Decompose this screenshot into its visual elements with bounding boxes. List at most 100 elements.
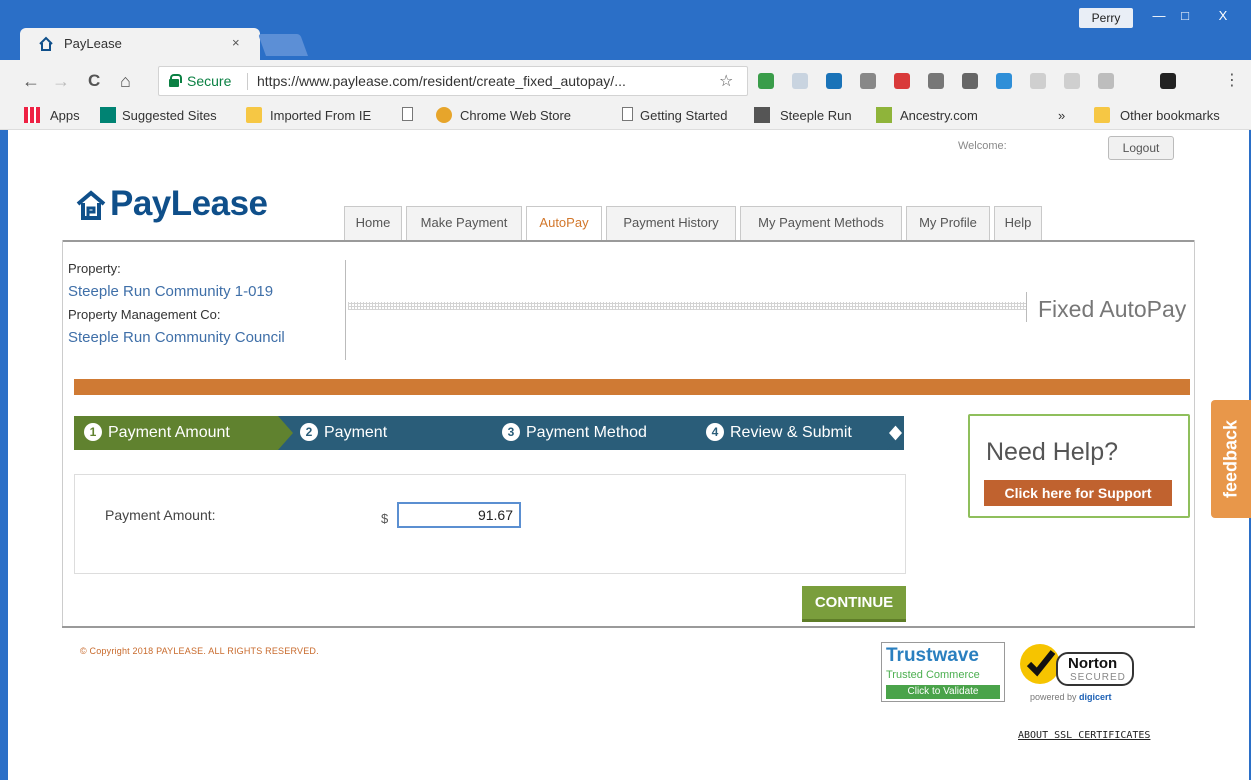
paylease-favicon-icon [38,36,54,52]
tab-my-payment-methods[interactable]: My Payment Methods [740,206,902,240]
step-review-submit: 4 Review & Submit [706,416,852,450]
browser-tab[interactable]: PayLease × [20,28,260,60]
copyright-text: © Copyright 2018 PAYLEASE. ALL RIGHTS RE… [80,646,319,656]
back-icon[interactable]: ← [22,70,40,92]
extension-icon[interactable] [928,73,944,89]
bookmark-chrome-web-store[interactable]: Chrome Web Store [460,108,571,123]
welcome-text: Welcome: [958,140,1007,152]
maximize-button[interactable]: □ [1172,6,1198,26]
address-bar[interactable]: Secure https://www.paylease.com/resident… [158,66,748,96]
bookmark-getting-started[interactable]: Getting Started [640,108,727,123]
payment-amount-input[interactable] [397,502,521,528]
extension-icon[interactable] [894,73,910,89]
property-divider [345,260,346,360]
bookmark-star-icon[interactable]: ☆ [719,71,733,91]
nav-underline [62,240,1195,242]
page-icon [402,107,413,121]
payment-amount-panel: Payment Amount: $ [74,474,906,574]
reload-icon[interactable]: C [88,70,100,92]
steeple-run-icon [754,107,770,123]
tab-autopay[interactable]: AutoPay [526,206,602,242]
bookmark-suggested-sites[interactable]: Suggested Sites [122,108,217,123]
trustwave-validate[interactable]: Click to Validate [886,685,1000,699]
bookmark-apps[interactable]: Apps [50,108,80,123]
trustwave-seal[interactable]: Trustwave Trusted Commerce Click to Vali… [881,642,1005,702]
content-border-right [1194,240,1195,628]
browser-toolbar: ← → C ⌂ Secure https://www.paylease.com/… [0,60,1251,102]
tab-home[interactable]: Home [344,206,402,240]
logout-button[interactable]: Logout [1108,136,1174,160]
bookmark-ancestry[interactable]: Ancestry.com [900,108,978,123]
secure-label: Secure [187,73,232,89]
norton-check-icon [1020,644,1060,684]
bookmark-imported-from-ie[interactable]: Imported From IE [270,108,371,123]
menu-icon[interactable]: ⋮ [1224,70,1240,90]
property-value: Steeple Run Community 1-019 [68,283,274,300]
tab-my-profile[interactable]: My Profile [906,206,990,240]
url-text[interactable]: https://www.paylease.com/resident/create… [257,73,626,89]
tab-help[interactable]: Help [994,206,1042,240]
home-icon[interactable]: ⌂ [120,70,131,92]
trustwave-name: Trustwave [886,645,979,666]
minimize-button[interactable]: — [1146,6,1172,26]
extension-icon[interactable] [962,73,978,89]
tab-make-payment[interactable]: Make Payment [406,206,522,240]
norton-badge: Norton SECURED [1056,652,1134,686]
lock-icon [169,74,182,87]
management-label: Property Management Co: [68,307,221,322]
new-tab-button[interactable] [257,34,309,56]
property-label: Property: [68,261,121,276]
forward-icon[interactable]: → [52,70,70,92]
norton-name: Norton [1068,655,1118,672]
extension-icon[interactable] [1098,73,1114,89]
property-info: Property: Steeple Run Community 1-019 Pr… [68,258,285,350]
continue-button[interactable]: CONTINUE [802,586,906,622]
step-payment: 2 Payment [300,416,387,450]
tab-close-icon[interactable]: × [232,35,240,50]
extension-icon[interactable] [1030,73,1046,89]
ssl-certificates-link[interactable]: ABOUT SSL CERTIFICATES [1018,730,1150,741]
page-icon [622,107,633,121]
bookmark-steeple-run[interactable]: Steeple Run [780,108,852,123]
extension-icon[interactable] [792,73,808,89]
content-bottom-line [62,626,1195,628]
step-payment-amount: 1 Payment Amount [84,416,230,450]
extension-icon[interactable] [826,73,842,89]
extension-icon[interactable] [860,73,876,89]
bookmarks-overflow-icon[interactable]: » [1058,108,1065,123]
payment-amount-label: Payment Amount: [105,507,216,523]
folder-icon [246,107,262,123]
title-bar: PayLease × Perry — □ X [0,0,1251,60]
extension-icon[interactable] [1064,73,1080,89]
currency-symbol: $ [381,511,389,526]
management-value: Steeple Run Community Council [68,329,285,346]
orange-divider-bar [74,379,1190,395]
norton-powered-by: powered by digicert [1030,692,1112,702]
folder-icon [1094,107,1110,123]
need-help-box: Need Help? Click here for Support [968,414,1190,518]
address-separator [247,73,248,90]
bookmark-other[interactable]: Other bookmarks [1120,108,1220,123]
feedback-label: feedback [1220,419,1241,499]
apps-grid-icon [24,107,40,123]
logo-text: PayLease [110,184,268,223]
extension-icon[interactable] [1160,73,1176,89]
page-content: Welcome: Logout PayLease Home Make Payme… [8,130,1249,780]
page-title: Fixed AutoPay [1038,296,1187,322]
close-window-button[interactable]: X [1198,6,1248,26]
trustwave-subtitle: Trusted Commerce [886,669,980,681]
support-button[interactable]: Click here for Support [984,480,1172,506]
content-border-left [62,240,63,628]
profile-badge[interactable]: Perry [1079,8,1133,28]
extension-icon[interactable] [996,73,1012,89]
title-divider [1026,292,1027,322]
tab-payment-history[interactable]: Payment History [606,206,736,240]
norton-seal[interactable]: Norton SECURED powered by digicert [1020,644,1140,708]
step-payment-method: 3 Payment Method [502,416,647,450]
feedback-tab[interactable]: feedback [1211,400,1251,518]
dotted-separator [348,302,1026,310]
extension-icon[interactable] [758,73,774,89]
bookmarks-bar: Apps Suggested Sites Imported From IE Ch… [0,102,1251,130]
norton-secured: SECURED [1070,672,1126,683]
logo-house-icon [76,190,106,220]
